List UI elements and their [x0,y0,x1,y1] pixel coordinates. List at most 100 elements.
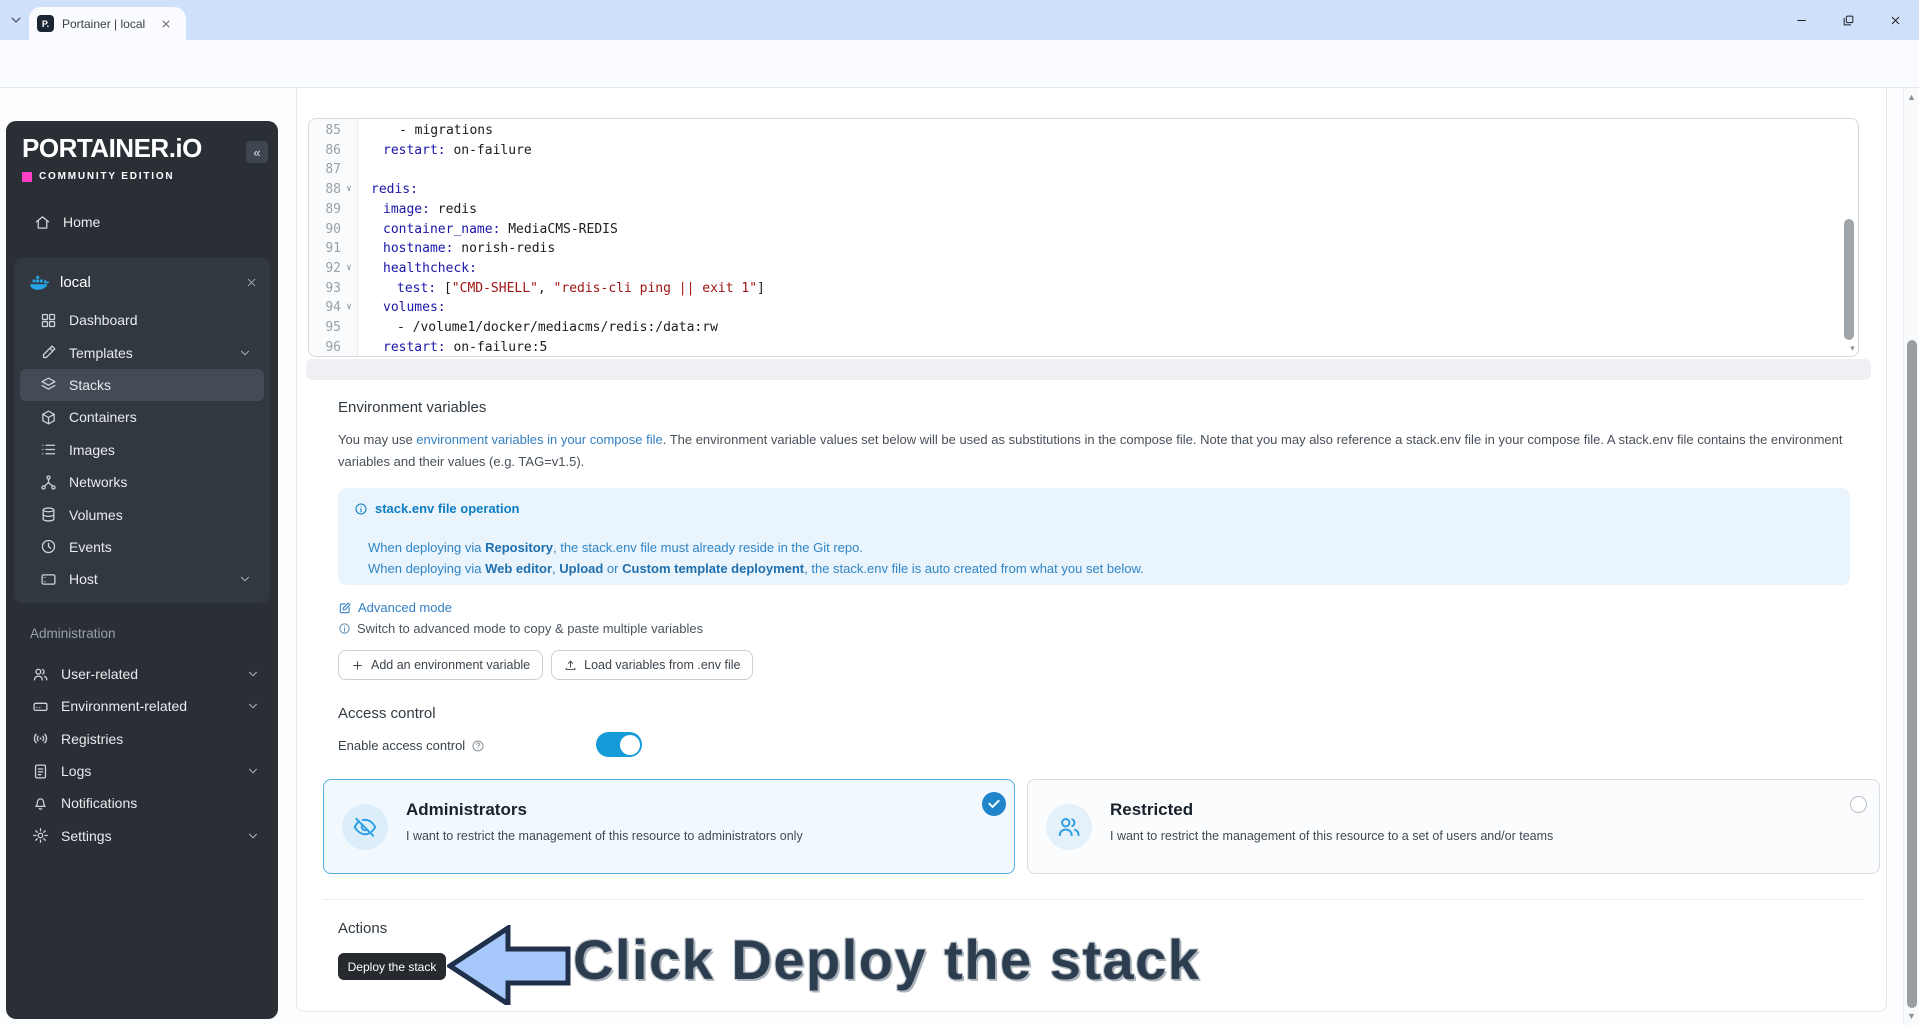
code-line: 88 ∨ redis: [309,180,1858,200]
pencil-icon [40,344,57,361]
page-scrollbar-thumb[interactable] [1907,340,1917,1008]
sidebar-item-user-related[interactable]: User-related [12,658,272,690]
scroll-down-icon[interactable]: ▼ [1904,1011,1919,1021]
sidebar-item-registries[interactable]: Registries [12,723,272,755]
page-scrollbar[interactable]: ▲ ▼ [1903,88,1919,1025]
tab-title: Portainer | local [62,16,146,31]
enable-access-control-label: Enable access control [338,738,485,753]
editor-scrollbar[interactable] [1844,119,1855,356]
info-icon [338,622,351,635]
sidebar-item-notifications[interactable]: Notifications [12,787,272,819]
environment-close-icon[interactable] [245,276,258,289]
enable-access-control-toggle[interactable] [596,732,642,757]
editor-footer-strip [306,359,1871,380]
screen: P. Portainer | local Not secure 192.168.… [0,0,1919,1025]
line-number: 95 [325,320,341,336]
stack-env-info-box: stack.env file operation When deploying … [338,488,1850,585]
compose-web-editor[interactable]: 85- migrations 86 restart: on-failure 87 88 ∨… [308,118,1859,357]
access-option-administrators[interactable]: Administrators I want to restrict the ma… [323,779,1015,874]
layers-icon [40,376,57,393]
add-environment-variable-button[interactable]: Add an environment variable [338,650,544,680]
button-label: Load variables from .env file [584,658,741,672]
sidebar-item-environment-related[interactable]: Environment-related [12,690,272,722]
db-icon [40,506,57,523]
sidebar-item-label: Home [63,214,101,230]
code-text: healthcheck: [383,260,477,276]
edition-row: COMMUNITY EDITION [22,171,174,182]
line-number: 96 [325,339,341,355]
access-option-restricted[interactable]: Restricted I want to restrict the manage… [1027,779,1880,874]
portainer-logo: PORTAINER.iO [22,133,202,163]
sidebar-item-label: Containers [69,409,137,426]
sidebar-item-home[interactable]: Home [6,205,278,239]
bell-icon [32,795,49,812]
line-number: 90 [325,221,341,237]
code-line: 91 hostname: norish-redis [309,239,1858,259]
selected-check-icon [982,792,1006,816]
load-variables-from-env-file-button[interactable]: Load variables from .env file [551,650,754,680]
sidebar-item-label: Templates [69,344,133,361]
window-restore-button[interactable] [1842,14,1855,27]
line-number: 89 [325,201,341,217]
fold-gutter [341,141,357,161]
fold-gutter [341,279,357,299]
code-line: 86 restart: on-failure [309,141,1858,161]
sidebar-item-containers[interactable]: Containers [20,401,264,433]
fold-gutter [341,338,357,356]
fold-gutter [341,121,357,141]
edition-square [22,171,32,182]
info-line: When deploying via Web editor, Upload or… [368,560,1144,576]
environment-menu: Dashboard Templates Stacks Containers Images… [14,304,270,596]
actions-heading: Actions [338,920,388,937]
sidebar-item-templates[interactable]: Templates [20,336,264,368]
code-line: 89 image: redis [309,200,1858,220]
code-text: restart: on-failure:5 [383,339,548,355]
sidebar-item-dashboard[interactable]: Dashboard [20,304,264,336]
line-number: 93 [325,280,341,296]
code-text: container_name: MediaCMS-REDIS [383,221,618,237]
unselected-radio[interactable] [1850,796,1867,813]
scroll-up-icon[interactable]: ▲ [1904,92,1919,102]
broadcast-icon [32,730,49,747]
sidebar-item-events[interactable]: Events [20,531,264,563]
sidebar-collapse-button[interactable]: « [246,141,268,163]
code-line: 92 ∨ healthcheck: [309,259,1858,279]
administration-label: Administration [30,626,116,641]
section-divider [323,899,1863,900]
editor-scroll-down-icon[interactable]: ▾ [1847,343,1858,354]
deploy-the-stack-button[interactable]: Deploy the stack [338,953,446,980]
code-text: image: redis [383,201,477,217]
sidebar-item-label: Networks [69,474,128,491]
sidebar-item-stacks[interactable]: Stacks [20,368,264,402]
fold-arrow-icon[interactable]: ∨ [341,180,357,200]
button-label: Add an environment variable [371,658,531,672]
environment-header[interactable]: local [14,262,270,302]
help-question-icon[interactable] [471,739,485,753]
window-close-button[interactable] [1889,14,1902,27]
sidebar: PORTAINER.iO « COMMUNITY EDITION Home lo… [6,121,278,1019]
sidebar-item-settings[interactable]: Settings [12,819,272,851]
network-icon [40,474,57,491]
compose-env-vars-link[interactable]: environment variables in your compose fi… [416,432,662,447]
tab-search-chevron-icon[interactable] [8,12,24,28]
code-text: hostname: norish-redis [383,241,556,257]
fold-arrow-icon[interactable]: ∨ [341,298,357,318]
pencil-square-icon [338,601,352,615]
window-minimize-button[interactable] [1795,14,1808,27]
sidebar-item-label: Volumes [69,506,123,523]
sidebar-item-volumes[interactable]: Volumes [20,498,264,530]
sidebar-item-logs[interactable]: Logs [12,755,272,787]
browser-toolbar: Not secure 192.168.1.18:9000/#!/2/docker… [0,40,1919,118]
sidebar-item-host[interactable]: Host [20,563,264,595]
sidebar-item-networks[interactable]: Networks [20,466,264,498]
editor-scrollbar-thumb[interactable] [1844,219,1854,340]
browser-tab[interactable]: P. Portainer | local [29,7,186,40]
sidebar-item-label: Dashboard [69,312,138,329]
portainer-favicon: P. [37,15,54,32]
sidebar-item-images[interactable]: Images [20,434,264,466]
advanced-mode-link[interactable]: Advanced mode [338,600,452,615]
box-icon [40,409,57,426]
code-line: 93 test: ["CMD-SHELL", "redis-cli ping ||… [309,279,1858,299]
fold-arrow-icon[interactable]: ∨ [341,259,357,279]
tab-close-icon[interactable] [160,18,172,30]
